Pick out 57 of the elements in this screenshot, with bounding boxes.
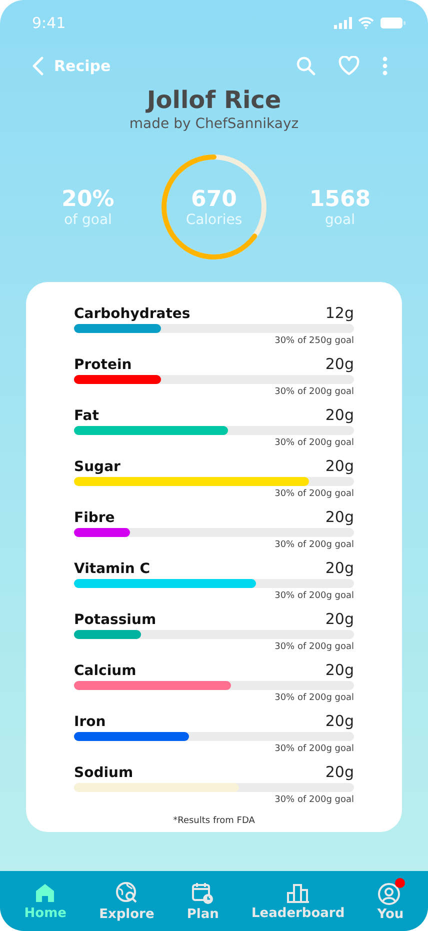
goal-text: 30% of 250g goal [274, 336, 354, 346]
nutrient-name: Carbohydrates [74, 306, 190, 322]
nutrient-name: Protein [74, 357, 132, 373]
home-icon [34, 882, 56, 904]
goal-text: 30% of 200g goal [274, 489, 354, 499]
nav-tab[interactable]: You [377, 880, 404, 922]
nutrient-amount: 20g [325, 355, 354, 373]
nav-tab[interactable]: Explore [99, 880, 154, 922]
back-chevron-icon [32, 56, 44, 76]
status-time: 9:41 [32, 14, 66, 32]
goal-text: 30% of 200g goal [274, 540, 354, 550]
calorie-value: 670 [191, 186, 237, 212]
stat-value: 1568 [309, 186, 371, 212]
nav-tab[interactable]: Plan [186, 880, 219, 922]
signal-icon [334, 17, 352, 29]
recipe-title: Jollof Rice [144, 86, 282, 114]
goal-text: 30% of 200g goal [274, 642, 354, 652]
goal-text: 30% of 200g goal [274, 744, 354, 754]
nav-tab[interactable]: Leaderboard [252, 882, 345, 920]
nutrient-amount: 20g [325, 508, 354, 526]
nutrient-name: Fat [74, 408, 99, 424]
nutrient-name: Iron [74, 714, 106, 730]
stat-value: 20% [62, 186, 114, 212]
footnote: *Results from FDA [173, 816, 255, 826]
nutrient-amount: 20g [325, 406, 354, 424]
stat-label: goal [325, 212, 355, 228]
calorie-label: Calories [186, 212, 242, 228]
goal-text: 30% of 200g goal [274, 693, 354, 703]
nutrient-amount: 20g [325, 712, 354, 730]
nutrient-name: Vitamin C [74, 561, 150, 577]
nutrient-amount: 20g [325, 559, 354, 577]
recipe-author: made by ChefSannikayz [128, 116, 300, 132]
nutrient-name: Sugar [74, 459, 120, 475]
wifi-icon [358, 17, 374, 29]
nutrient-name: Fibre [74, 510, 115, 526]
nutrient-name: Sodium [74, 765, 134, 781]
globe-search-icon [114, 880, 139, 904]
goal-text: 30% of 200g goal [274, 387, 354, 397]
back-button[interactable]: Recipe [32, 56, 111, 76]
podium-icon [286, 882, 310, 904]
nutrient-name: Calcium [74, 663, 136, 679]
goal-text: 30% of 200g goal [274, 795, 354, 805]
nutrient-amount: 20g [325, 661, 354, 679]
battery-icon [380, 17, 406, 29]
goal-text: 30% of 200g goal [274, 591, 354, 601]
goal-text: 30% of 200g goal [274, 438, 354, 448]
nav-tab[interactable]: Home [24, 882, 66, 920]
more-icon[interactable] [382, 56, 388, 76]
nutrient-amount: 20g [325, 457, 354, 475]
nutrient-amount: 12g [325, 304, 354, 322]
nutrient-amount: 20g [325, 610, 354, 628]
stat-label: of goal [64, 212, 112, 228]
heart-icon[interactable] [338, 56, 360, 76]
search-icon[interactable] [296, 56, 316, 76]
calendar-clock-icon [190, 880, 215, 904]
nutrient-amount: 20g [325, 763, 354, 781]
nutrient-name: Potassium [74, 612, 156, 628]
